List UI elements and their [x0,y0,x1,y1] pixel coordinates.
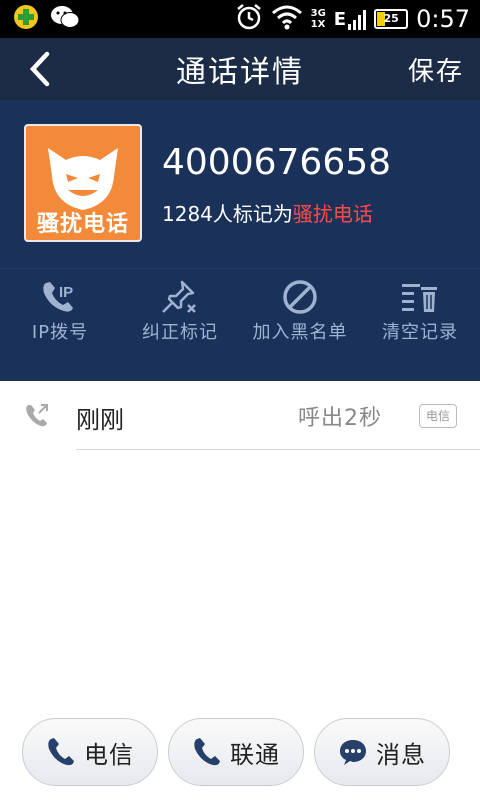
spam-avatar: 骚扰电话 [24,124,142,242]
call-log-row[interactable]: 刚刚 呼出2秒 电信 [0,380,480,450]
ip-dial-button[interactable]: IP IP拨号 [0,269,120,381]
correct-mark-label: 纠正标记 [142,322,218,343]
call-unicom-label: 联通 [230,740,280,769]
mark-label: 骚扰电话 [292,202,373,226]
message-label: 消息 [376,740,426,769]
contact-header: 骚扰电话 4000676658 1284人标记为骚扰电话 [0,100,480,268]
mark-text: 人标记为 [212,202,293,226]
mobile-signal-3g-icon: 3G 1X [311,8,326,30]
wechat-icon [50,4,80,34]
clear-records-icon [402,284,437,312]
edge-signal-icon: E [333,8,367,30]
message-icon [340,740,366,765]
block-icon [283,280,317,314]
call-duration: 呼出2秒 [298,406,382,431]
phone-icon [48,738,74,766]
save-button[interactable]: 保存 [408,51,480,88]
status-bar: 3G 1X E 25 0:57 [0,0,480,38]
outgoing-call-icon [26,404,48,427]
bottom-actions: 电信 联通 消息 [0,718,480,790]
message-button[interactable]: 消息 [314,718,450,786]
network-top-label: 3G [310,8,326,19]
wifi-icon [271,4,303,34]
ip-dial-icon: IP [43,282,73,312]
call-unicom-button[interactable]: 联通 [168,718,304,786]
call-telecom-label: 电信 [84,740,134,769]
call-time: 刚刚 [76,406,124,434]
avatar-tag: 骚扰电话 [36,212,129,237]
edge-label: E [333,8,347,30]
network-bottom-label: 1X [310,19,326,30]
divider [76,449,480,450]
mark-count: 1284 [162,202,213,226]
phone-icon [194,738,220,766]
action-bar: IP IP拨号 纠正标记 加入黑名单 清空记录 [0,268,480,381]
add-blacklist-button[interactable]: 加入黑名单 [240,269,360,381]
phone-number: 4000676658 [162,142,392,183]
security-app-icon [12,3,40,35]
correct-mark-button[interactable]: 纠正标记 [120,269,240,381]
ip-dial-label: IP拨号 [31,322,89,343]
mark-info: 1284人标记为骚扰电话 [162,198,373,227]
carrier-badge: 电信 [419,404,457,428]
clear-records-button[interactable]: 清空记录 [360,269,480,381]
battery-icon: 25 [374,9,409,29]
correct-mark-icon [162,280,196,313]
app-bar: 通话详情 保存 [0,38,480,100]
call-telecom-button[interactable]: 电信 [22,718,158,786]
status-time: 0:57 [416,5,470,33]
battery-level: 25 [383,12,399,25]
back-button[interactable] [0,38,80,100]
add-blacklist-label: 加入黑名单 [252,322,348,343]
alarm-icon [235,3,263,35]
chevron-left-icon [29,51,50,87]
svg-text:IP: IP [59,284,73,301]
clear-records-label: 清空记录 [382,322,458,343]
